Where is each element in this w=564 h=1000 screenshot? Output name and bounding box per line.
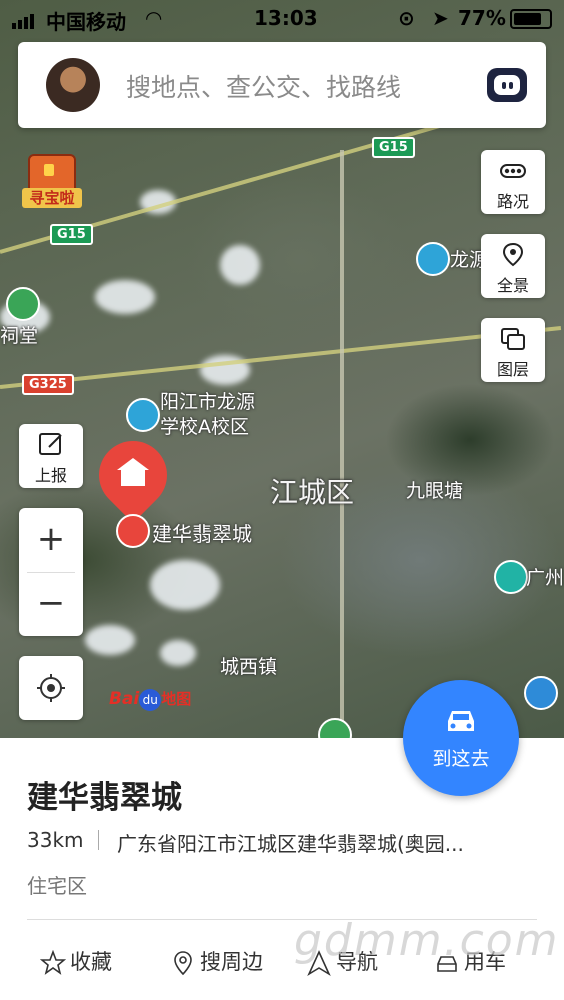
go-here-button[interactable]: 到这去 (403, 680, 519, 796)
cloud (220, 245, 260, 285)
layers-icon (501, 328, 525, 350)
go-here-label: 到这去 (432, 748, 490, 770)
layers-label: 图层 (496, 360, 529, 379)
poi-icon[interactable] (524, 676, 558, 710)
car-icon (448, 711, 474, 731)
watermark: gdmm.com (294, 915, 560, 966)
separator (98, 830, 99, 850)
traffic-button[interactable]: 路况 (481, 150, 545, 214)
map-label-chengxi: 城西镇 (220, 656, 278, 678)
highway-shield: G15 (50, 224, 93, 245)
map-label-citang: 祠堂 (0, 325, 39, 347)
locate-button[interactable] (19, 656, 83, 720)
star-icon (40, 950, 66, 975)
baidu-map-logo: Bai du 地图 (109, 688, 192, 711)
panorama-button[interactable]: 全景 (481, 234, 545, 298)
road (340, 150, 344, 740)
rotation-lock-icon: ⊙ (398, 6, 415, 30)
cloud (95, 280, 155, 314)
place-name: 建华翡翠城 (27, 780, 182, 816)
highway-shield: G15 (372, 137, 415, 158)
park-poi-icon[interactable] (318, 718, 352, 740)
location-pin-icon (174, 951, 192, 976)
search-nearby-button[interactable]: 搜周边 (170, 946, 263, 976)
search-nearby-label: 搜周边 (200, 950, 263, 974)
carrier-label: 中国移动 (46, 10, 126, 34)
map-label-jiuyantang: 九眼塘 (406, 480, 464, 502)
cloud (160, 640, 196, 666)
avatar[interactable] (46, 58, 100, 112)
signal-icon (12, 10, 34, 34)
favorite-label: 收藏 (70, 950, 112, 974)
park-poi-icon[interactable] (416, 242, 450, 276)
battery-icon (510, 9, 552, 29)
status-bar: 中国移动 ◠ 13:03 ⊙ ➤ 77% (0, 0, 564, 36)
traffic-icon (500, 164, 526, 178)
cloud (85, 625, 135, 655)
traffic-label: 路况 (496, 192, 529, 211)
cloud (150, 560, 220, 610)
map-label-selected-poi: 建华翡翠城 (152, 522, 252, 546)
favorite-button[interactable]: 收藏 (40, 946, 112, 976)
house-icon (117, 458, 149, 486)
edit-icon (39, 433, 62, 455)
battery-percent: 77% (458, 6, 506, 30)
search-bar[interactable]: 搜地点、查公交、找路线 (18, 42, 546, 128)
map-label-guangzhou: 广州 (526, 567, 564, 589)
treasure-chest-icon[interactable]: 寻宝啦 (22, 152, 82, 210)
locate-icon (37, 674, 65, 702)
treasure-label: 寻宝啦 (22, 188, 82, 208)
zoom-in-button[interactable]: + (19, 508, 83, 572)
education-poi-icon[interactable] (494, 560, 528, 594)
clock: 13:03 (254, 6, 318, 30)
panorama-pin-icon (502, 242, 524, 267)
place-distance: 33km (27, 828, 84, 852)
voice-assistant-icon[interactable] (487, 68, 527, 102)
search-input[interactable]: 搜地点、查公交、找路线 (126, 68, 401, 104)
school-poi-icon[interactable] (126, 398, 160, 432)
map-label-district: 江城区 (270, 476, 355, 509)
road (0, 326, 562, 389)
zoom-out-button[interactable]: − (19, 572, 83, 636)
report-button[interactable]: 上报 (19, 424, 83, 488)
place-category: 住宅区 (27, 874, 87, 898)
temple-poi-icon[interactable] (6, 287, 40, 321)
place-address: 广东省阳江市江城区建华翡翠城(奥园... (117, 832, 464, 856)
location-arrow-icon: ➤ (432, 6, 449, 30)
layers-button[interactable]: 图层 (481, 318, 545, 382)
zoom-control: + − (19, 508, 83, 636)
highway-shield: G325 (22, 374, 74, 395)
map-label-school: 阳江市龙源 学校A校区 (160, 391, 256, 438)
report-label: 上报 (34, 466, 67, 485)
wifi-icon: ◠ (146, 6, 162, 30)
panorama-label: 全景 (496, 276, 529, 295)
selected-poi-dot (116, 514, 150, 548)
